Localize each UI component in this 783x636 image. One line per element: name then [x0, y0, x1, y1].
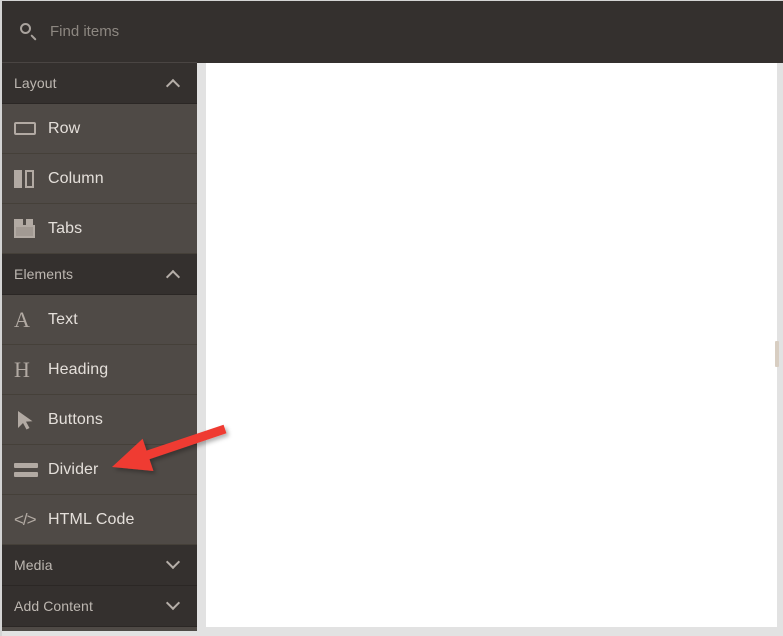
item-icon-wrap: A	[14, 306, 48, 332]
sidebar-item-label: HTML Code	[48, 510, 135, 528]
text-a-icon: A	[14, 306, 30, 332]
sidebar-item-heading[interactable]: H Heading	[2, 345, 197, 395]
item-icon-wrap: </>	[14, 510, 48, 530]
sidebar-item-label: Divider	[48, 460, 99, 478]
chevron-up-icon[interactable]	[164, 78, 181, 94]
sidebar-item-row[interactable]: Row	[2, 104, 197, 154]
section-header-add-content[interactable]: Add Content	[2, 586, 197, 627]
heading-h-icon: H	[14, 356, 30, 382]
item-icon-wrap: H	[14, 356, 48, 382]
sidebar-item-label: Column	[48, 169, 104, 187]
item-icon-wrap	[14, 219, 48, 238]
page-canvas[interactable]	[206, 63, 777, 627]
sidebar-item-divider[interactable]: Divider	[2, 445, 197, 495]
chevron-down-icon[interactable]	[164, 595, 181, 611]
sidebar-item-text[interactable]: A Text	[2, 295, 197, 345]
component-sidebar[interactable]: Layout Row Column Tabs Elements A Text H Heading…	[2, 63, 197, 631]
item-icon-wrap	[14, 409, 48, 431]
page-builder-window: Layout Row Column Tabs Elements A Text H Heading…	[0, 0, 783, 636]
chevron-up-icon[interactable]	[164, 269, 181, 285]
cursor-arrow-icon	[18, 410, 33, 429]
sidebar-item-column[interactable]: Column	[2, 154, 197, 204]
search-icon	[20, 22, 38, 41]
section-header-media[interactable]: Media	[2, 545, 197, 586]
sidebar-item-buttons[interactable]: Buttons	[2, 395, 197, 445]
section-label: Layout	[14, 75, 57, 91]
section-label: Elements	[14, 266, 74, 282]
sidebar-item-label: Heading	[48, 360, 109, 378]
column-icon	[14, 169, 36, 188]
section-header-elements[interactable]: Elements	[2, 254, 197, 295]
sidebar-item-label: Buttons	[48, 410, 103, 428]
search-input[interactable]	[50, 23, 190, 40]
sidebar-item-label: Tabs	[48, 219, 83, 237]
divider-icon	[14, 462, 38, 477]
row-icon	[14, 122, 36, 135]
tabs-icon	[14, 219, 36, 238]
sidebar-bottom-gutter	[2, 631, 197, 636]
section-label: Media	[14, 557, 53, 573]
canvas-area	[197, 63, 783, 636]
section-header-layout[interactable]: Layout	[2, 63, 197, 104]
top-bar	[2, 1, 783, 63]
item-icon-wrap	[14, 462, 48, 477]
sidebar-item-html-code[interactable]: </> HTML Code	[2, 495, 197, 545]
resize-handle-icon[interactable]	[775, 341, 779, 367]
item-icon-wrap	[14, 169, 48, 188]
search-bar[interactable]	[2, 1, 197, 63]
item-icon-wrap	[14, 122, 48, 135]
section-label: Add Content	[14, 598, 93, 614]
chevron-down-icon[interactable]	[164, 554, 181, 570]
code-icon: </>	[14, 509, 37, 529]
sidebar-item-label: Text	[48, 310, 78, 328]
sidebar-item-tabs[interactable]: Tabs	[2, 204, 197, 254]
sidebar-item-label: Row	[48, 119, 81, 137]
